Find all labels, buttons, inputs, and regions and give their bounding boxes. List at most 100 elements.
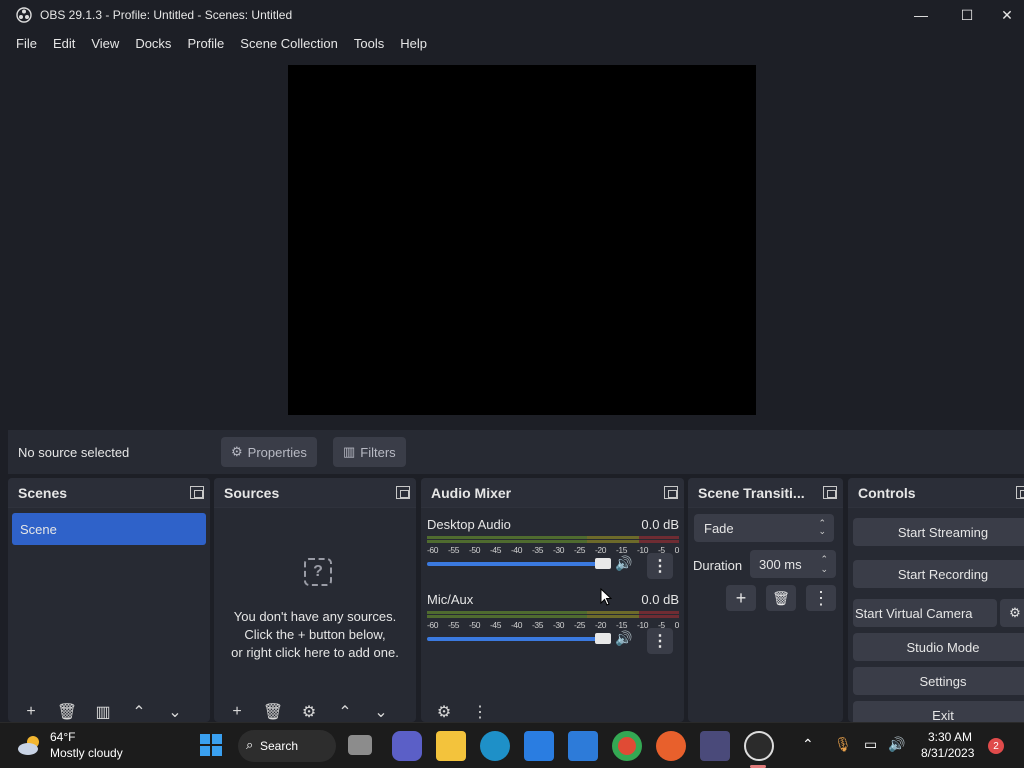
audio-mixer-title-bar: Audio Mixer [421,478,684,508]
taskbar-time[interactable]: 3:30 AM [928,730,972,744]
chevron-down-icon[interactable]: ⌄ [162,702,188,722]
undock-icon[interactable] [190,486,204,499]
cloudy-weather-icon[interactable] [16,733,44,757]
volume-meter [427,611,679,618]
add-transition-button[interactable]: + [726,585,756,611]
menu-docks[interactable]: Docks [127,36,179,51]
start-virtual-camera-button[interactable]: Start Virtual Camera [853,599,997,627]
sources-empty-message[interactable]: You don't have any sources. Click the + … [214,608,416,662]
channel-db: 0.0 dB [641,592,679,607]
more-options-icon[interactable]: ⋮ [647,628,673,654]
chevron-down-icon[interactable]: ⌄ [368,702,394,722]
empty-line-1: You don't have any sources. [233,609,397,624]
menu-edit[interactable]: Edit [45,36,83,51]
volume-meter [427,536,679,543]
minimize-button[interactable]: — [898,0,944,30]
spin-arrows-icon[interactable]: ⌃ ⌄ [820,554,828,574]
task-view-icon[interactable] [348,735,372,755]
speaker-icon[interactable]: 🔊 [615,555,632,572]
context-bar: No source selected ⚙ Properties ▥ Filter… [8,430,1024,474]
menu-view[interactable]: View [83,36,127,51]
volume-icon[interactable]: 🔊 [888,736,905,753]
virtual-camera-settings-button[interactable]: ⚙ [1000,599,1024,627]
scene-list-item[interactable]: Scene [12,513,206,545]
studio-mode-button[interactable]: Studio Mode [853,633,1024,661]
more-options-icon: ⋮ [812,587,830,608]
speaker-icon[interactable]: 🔊 [615,630,632,647]
mail-icon[interactable] [568,731,598,761]
file-explorer-icon[interactable] [436,731,466,761]
close-button[interactable]: ✕ [990,0,1024,30]
sources-toolbar: + 🗑 ⚙ ⌃ ⌄ [214,700,394,722]
scenes-title: Scenes [18,484,68,501]
channel-name: Mic/Aux [427,592,474,607]
taskbar-date[interactable]: 8/31/2023 [921,746,974,760]
chevron-up-icon[interactable]: ⌃ [802,736,814,753]
properties-button[interactable]: ⚙ Properties [221,437,317,467]
sources-title: Sources [224,484,280,501]
transitions-title-bar: Scene Transiti... [688,478,843,508]
menu-help[interactable]: Help [392,36,435,51]
microsoft-store-icon[interactable] [524,731,554,761]
menu-profile[interactable]: Profile [179,36,232,51]
add-icon[interactable]: + [18,702,44,722]
empty-line-3: or right click here to add one. [231,645,399,660]
undock-icon[interactable] [823,486,837,499]
volume-slider[interactable] [427,558,611,569]
gear-icon[interactable]: ⚙ [296,702,322,722]
search-icon: ⌕ [246,737,254,752]
filter-icon[interactable]: ▥ [90,702,116,722]
channel-name: Desktop Audio [427,517,511,532]
teams-chat-icon[interactable] [392,731,422,761]
transition-select[interactable]: Fade ⌃ ⌄ [694,514,834,542]
menu-file[interactable]: File [8,36,45,51]
video-editor-icon[interactable] [700,731,730,761]
volume-slider[interactable] [427,633,611,644]
trash-icon[interactable]: 🗑 [54,702,80,722]
maximize-button[interactable]: ☐ [944,0,990,30]
chrome-icon[interactable] [612,731,642,761]
weather-description[interactable]: Mostly cloudy [50,746,123,760]
filter-icon: ▥ [343,444,356,459]
notification-badge[interactable]: 2 [988,738,1004,754]
filters-button[interactable]: ▥ Filters [333,437,406,467]
weather-temperature[interactable]: 64°F [50,730,75,744]
more-options-icon[interactable]: ⋮ [647,553,673,579]
transition-selected: Fade [704,520,734,536]
undock-icon[interactable] [396,486,410,499]
filters-label: Filters [360,444,396,460]
menu-scene-collection[interactable]: Scene Collection [232,36,346,51]
microphone-icon[interactable]: 🎙 [834,736,852,753]
more-options-icon[interactable]: ⋮ [467,702,493,722]
windows-start-icon[interactable] [200,734,222,756]
menu-tools[interactable]: Tools [346,36,392,51]
slider-thumb[interactable] [595,633,611,644]
chevron-up-icon[interactable]: ⌃ [126,702,152,722]
add-icon[interactable]: + [224,702,250,722]
transition-properties-button[interactable]: ⋮ [806,585,836,611]
settings-button[interactable]: Settings [853,667,1024,695]
exit-button[interactable]: Exit [853,701,1024,722]
slider-thumb[interactable] [595,558,611,569]
properties-label: Properties [247,444,307,460]
remove-transition-button[interactable]: 🗑 [766,585,796,611]
chevron-up-icon[interactable]: ⌃ [332,702,358,722]
taskbar-search[interactable]: ⌕ Search [238,730,336,762]
title-bar: OBS 29.1.3 - Profile: Untitled - Scenes:… [0,0,1024,30]
advanced-settings-icon[interactable]: ⚙ [431,702,457,722]
undock-icon[interactable] [664,486,678,499]
sources-dock-title: Sources [214,478,416,508]
obs-logo-icon [16,7,32,23]
question-icon: ? [304,558,332,586]
undock-icon[interactable] [1016,486,1024,499]
duration-spinbox[interactable]: 300 ms ⌃ ⌄ [750,550,836,578]
trash-icon[interactable]: 🗑 [260,702,286,722]
edge-browser-icon[interactable] [480,731,510,761]
start-streaming-button[interactable]: Start Streaming [853,518,1024,546]
transitions-title: Scene Transiti... [698,484,805,501]
start-recording-button[interactable]: Start Recording [853,560,1024,588]
firefox-icon[interactable] [656,731,686,761]
network-icon[interactable]: ▭ [864,736,877,753]
preview-canvas[interactable] [288,65,756,415]
obs-taskbar-icon[interactable] [744,731,774,761]
